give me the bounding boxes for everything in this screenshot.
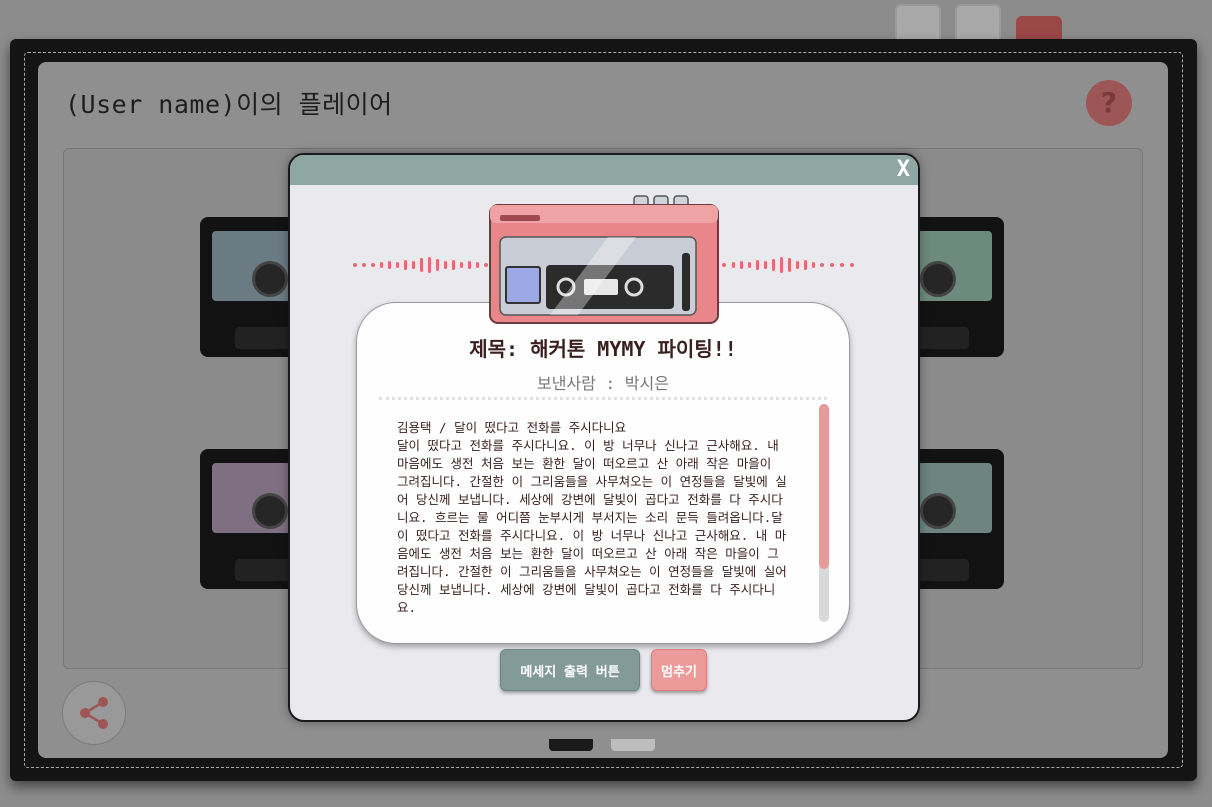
- message-title: 제목: 해커톤 MYMY 파이팅!!: [469, 337, 737, 361]
- player-title: (User name)이의 플레이어: [65, 90, 393, 119]
- divider: [379, 397, 827, 400]
- pager-indicator[interactable]: [611, 739, 655, 751]
- message-card: 제목: 해커톤 MYMY 파이팅!! 보낸사람 : 박시은 김용택 / 달이 떴…: [356, 302, 850, 644]
- question-mark-icon: ?: [1100, 86, 1118, 119]
- modal-header-bar: X: [290, 155, 918, 185]
- message-modal: X 제목: 해커톤 MYMY 파이팅!! 보낸사람 : 박시은 김용택 / 달이…: [288, 153, 920, 722]
- sound-wave-left-icon: [353, 257, 488, 273]
- reel-icon: [920, 261, 956, 297]
- help-button[interactable]: ?: [1086, 80, 1132, 126]
- pager-indicator-active[interactable]: [549, 739, 593, 751]
- reel-icon: [920, 493, 956, 529]
- sender-line: 보낸사람 : 박시은: [537, 374, 669, 393]
- sound-wave-right-icon: [722, 257, 854, 273]
- top-tab-2[interactable]: [955, 4, 1001, 44]
- reel-icon: [252, 261, 288, 297]
- reel-icon: [252, 493, 288, 529]
- print-message-button[interactable]: 메세지 출력 버튼: [500, 649, 640, 691]
- message-body[interactable]: 김용택 / 달이 떴다고 전화를 주시다니요 달이 떴다고 전화를 주시다니요.…: [397, 419, 787, 621]
- scrollbar[interactable]: [819, 404, 829, 622]
- share-button[interactable]: [62, 681, 126, 745]
- walkman-cassette-player-icon: [489, 195, 719, 324]
- close-button[interactable]: X: [897, 157, 910, 183]
- stop-button[interactable]: 멈추기: [651, 649, 707, 691]
- share-icon: [80, 697, 108, 729]
- top-tab-1[interactable]: [895, 4, 941, 44]
- scrollbar-thumb[interactable]: [819, 404, 829, 569]
